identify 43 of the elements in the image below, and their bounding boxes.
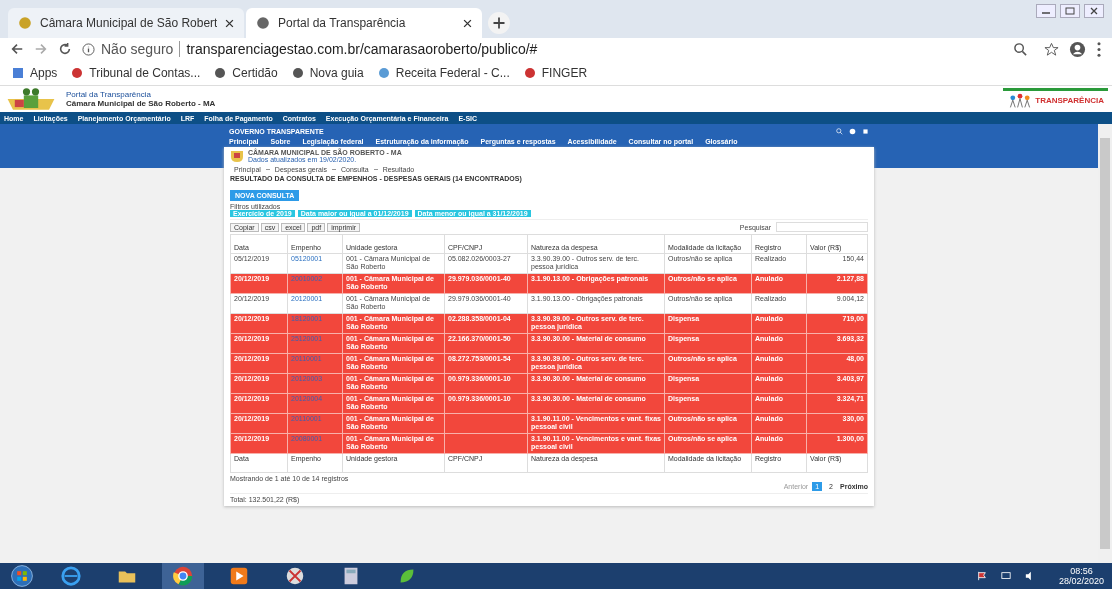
bookmark[interactable]: FINGER — [523, 65, 588, 80]
back-icon[interactable] — [10, 42, 24, 56]
bookmark[interactable]: Tribunal de Contas... — [71, 65, 201, 80]
coat-of-arms-icon — [230, 149, 244, 163]
close-icon[interactable] — [1084, 4, 1104, 18]
browser-tab[interactable]: Portal da Transparência — [246, 8, 482, 38]
close-icon[interactable] — [463, 18, 472, 28]
info-icon — [82, 42, 95, 56]
search-icon[interactable] — [836, 128, 843, 135]
new-tab-icon[interactable] — [488, 12, 510, 34]
bookmark-icon — [291, 66, 304, 79]
tab-favicon-icon — [18, 16, 32, 30]
accessibility-icon[interactable] — [849, 128, 856, 135]
bookmark[interactable]: Nova guia — [291, 65, 364, 80]
start-orb-icon[interactable] — [8, 564, 36, 588]
bookmark[interactable]: Receita Federal - C... — [377, 65, 510, 80]
close-icon[interactable] — [225, 18, 234, 28]
address-bar[interactable]: Não seguro transparenciagestao.com.br/camarasaoroberto/publico/# — [82, 38, 1059, 60]
security-label: Não seguro — [101, 41, 174, 57]
browser-icon[interactable] — [162, 563, 204, 589]
bookmark[interactable]: Certidão — [214, 65, 278, 80]
account-icon[interactable] — [1069, 40, 1086, 58]
organization-name: Câmara Municipal de São Roberto - MA — [66, 99, 216, 108]
minimize-icon[interactable] — [1036, 4, 1056, 18]
flag-icon[interactable] — [976, 571, 987, 581]
clock[interactable]: 08:56 28/02/2020 — [1058, 566, 1104, 586]
url-text: transparenciagestao.com.br/camarasaoroberto/publico/# — [179, 41, 538, 57]
browser-tab[interactable]: Câmara Municipal de São Robert — [8, 8, 244, 38]
bookmark-icon — [377, 66, 390, 79]
bookmark-icon — [214, 66, 227, 79]
portal-title: Portal da Transparência — [66, 90, 152, 99]
tab-favicon-icon — [256, 16, 270, 30]
bookmark-icon — [71, 66, 84, 79]
bookmark-icon — [523, 66, 536, 79]
bookmark-icon — [12, 66, 24, 79]
menu-icon[interactable] — [1096, 40, 1102, 58]
star-icon[interactable] — [1044, 41, 1059, 57]
reload-icon[interactable] — [58, 42, 72, 56]
network-icon[interactable] — [1000, 571, 1011, 581]
bookmark[interactable]: Apps — [12, 65, 58, 80]
search-field[interactable] — [776, 222, 868, 232]
zoom-icon[interactable] — [1013, 41, 1028, 57]
contrast-icon[interactable] — [862, 128, 869, 135]
